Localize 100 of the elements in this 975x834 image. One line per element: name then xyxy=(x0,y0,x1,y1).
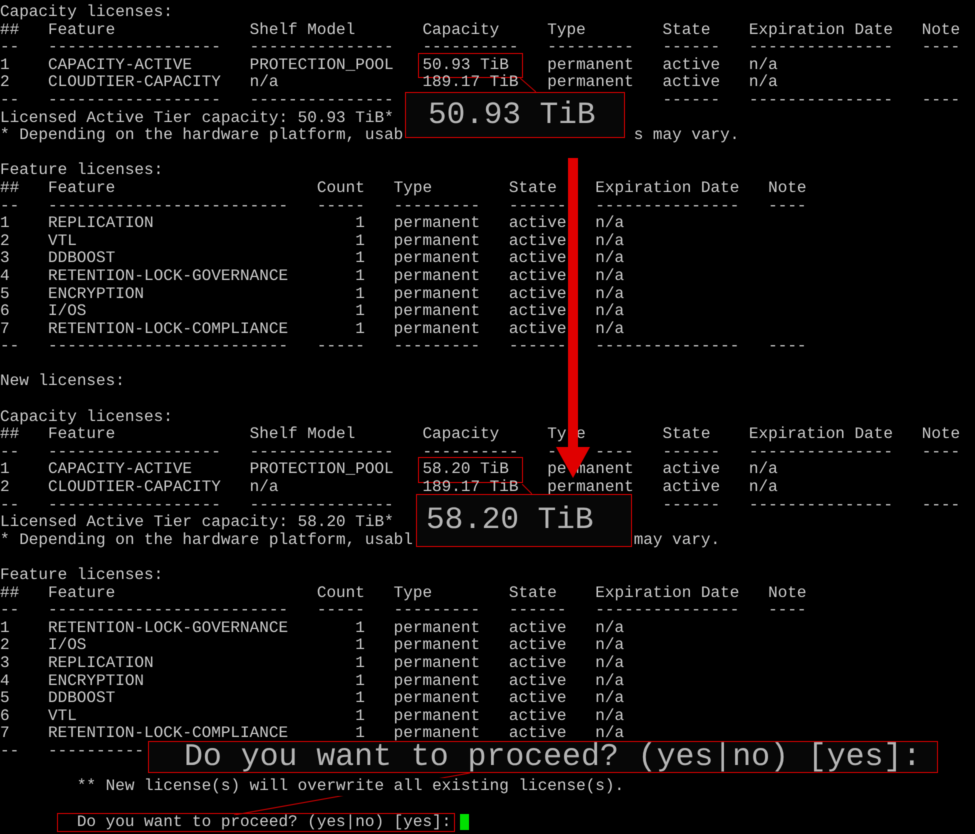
table-cell-text: 1 xyxy=(354,232,365,250)
dash-rule: ------------------------- xyxy=(48,602,288,620)
column-header: State xyxy=(508,584,557,602)
table-cell: I/OS xyxy=(48,303,86,321)
table-cell: permanent xyxy=(394,250,480,268)
table-cell-text: permanent xyxy=(394,725,480,742)
table-cell-text: n/a xyxy=(595,708,624,725)
dash-rule: --------------- xyxy=(595,602,740,620)
table-cell: n/a xyxy=(595,250,624,268)
table-cell: CAPACITY-ACTIVE xyxy=(48,56,192,74)
dash-rule: ---- xyxy=(922,496,960,514)
table-cell: permanent xyxy=(394,215,480,233)
terminal-line: Capacity licenses: xyxy=(0,408,173,426)
table-cell: 2 xyxy=(0,479,10,497)
terminal-line: Feature licenses: xyxy=(0,162,164,180)
dash-rule: -- xyxy=(0,198,20,216)
column-header: Capacity xyxy=(422,22,500,40)
column-header: Type xyxy=(547,22,586,40)
table-cell-text: n/a xyxy=(595,620,624,637)
table-cell: permanent xyxy=(394,690,480,708)
table-cell: active xyxy=(508,690,566,708)
table-cell: RETENTION-LOCK-COMPLIANCE xyxy=(48,725,288,743)
zoom-callout: 50.93 TiB xyxy=(405,92,625,138)
dash-rule: ------------------ xyxy=(48,92,221,110)
table-cell: 7 xyxy=(0,725,10,743)
dash-rule: ----- xyxy=(316,198,365,216)
dash-rule: -- xyxy=(0,496,20,514)
table-cell-text: n/a xyxy=(748,461,778,479)
dash-rule: --------- xyxy=(394,338,480,356)
terminal-line: * Depending on the hardware platform, usab xyxy=(0,127,404,145)
table-cell: RETENTION-LOCK-COMPLIANCE xyxy=(48,320,288,338)
dash-rule: ---- xyxy=(768,198,807,216)
table-cell: n/a xyxy=(595,637,624,655)
column-header: Feature xyxy=(48,584,116,602)
terminal-line: Capacity licenses: xyxy=(0,4,173,22)
column-header: State xyxy=(662,426,710,444)
table-cell: VTL xyxy=(48,708,77,726)
column-header: Feature xyxy=(48,426,116,444)
table-cell: permanent xyxy=(394,620,480,638)
table-cell: n/a xyxy=(748,479,778,497)
table-cell: permanent xyxy=(394,303,480,321)
leader-line xyxy=(520,78,536,92)
dash-rule: --------------- xyxy=(595,338,740,356)
leader-line xyxy=(522,484,532,494)
dash-rule: ------ xyxy=(662,496,720,514)
dash-rule: --------------- xyxy=(748,444,893,461)
dash-rule: ------ xyxy=(662,444,720,461)
table-cell-text: ENCRYPTION xyxy=(48,286,144,303)
table-cell-text: active xyxy=(508,708,566,725)
column-header: Note xyxy=(922,22,960,40)
table-cell-text: active xyxy=(508,232,566,250)
table-cell-text: 1 xyxy=(354,690,365,708)
terminal-line: New licenses: xyxy=(0,373,125,392)
prompt-text: Do you want to proceed? (yes|no) [yes]: xyxy=(56,812,456,832)
table-cell: active xyxy=(508,320,566,338)
terminal-line: Licensed Active Tier capacity: 58.20 TiB* xyxy=(0,514,394,532)
table-cell: 1 xyxy=(0,56,10,74)
column-header: Note xyxy=(922,426,960,444)
dash-rule: --------------- xyxy=(748,39,893,57)
column-header: Expiration Date xyxy=(748,426,893,444)
table-cell: permanent xyxy=(394,672,480,690)
table-cell: active xyxy=(662,479,720,497)
dash-rule: ------ xyxy=(508,338,566,356)
table-cell-text: active xyxy=(662,56,720,74)
terminal-line: may vary. xyxy=(634,532,720,550)
dash-rule: ----- xyxy=(316,602,365,620)
column-header: Shelf Model xyxy=(250,426,356,444)
table-cell-text: 1 xyxy=(354,708,365,726)
dash-rule: -- xyxy=(0,602,20,620)
table-cell: 4 xyxy=(0,268,10,286)
table-cell-text: 1 xyxy=(354,320,365,338)
column-header: Count xyxy=(316,180,365,198)
table-cell-text: n/a xyxy=(595,286,624,303)
terminal-line: * Depending on the hardware platform, usabl xyxy=(0,532,413,550)
dash-rule: ------------------------- xyxy=(48,338,288,356)
table-cell-text: active xyxy=(662,461,720,479)
column-header: Shelf Model xyxy=(250,22,356,40)
table-cell-text: 1 xyxy=(354,286,365,304)
column-header: Capacity xyxy=(422,426,500,444)
table-cell: 6 xyxy=(0,708,10,726)
column-header: State xyxy=(508,180,557,198)
table-cell: n/a xyxy=(250,74,278,92)
column-header: ## xyxy=(0,180,20,198)
table-cell-text: 1 xyxy=(354,654,365,673)
dash-rule: ------ xyxy=(508,198,566,215)
table-cell: ENCRYPTION xyxy=(48,672,144,690)
dash-rule: ---- xyxy=(922,39,960,57)
dash-rule: --------------- xyxy=(250,496,394,514)
table-cell: active xyxy=(508,303,566,321)
table-cell-text: PROTECTION_POOL xyxy=(250,461,394,479)
dash-rule: ------ xyxy=(662,39,720,57)
table-cell: 6 xyxy=(0,303,10,321)
dash-rule: -- xyxy=(0,444,20,462)
column-header: Type xyxy=(394,584,432,602)
column-header: Expiration Date xyxy=(748,22,893,40)
table-cell: VTL xyxy=(48,232,77,250)
table-cell: n/a xyxy=(748,74,778,92)
column-header: Note xyxy=(768,584,807,602)
table-cell: permanent xyxy=(547,479,634,497)
table-cell: 7 xyxy=(0,320,10,338)
